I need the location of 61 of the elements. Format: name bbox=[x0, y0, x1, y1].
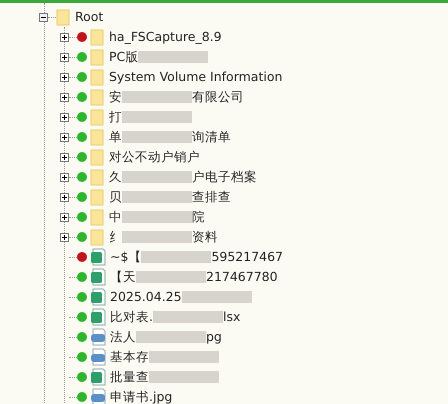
image-file-icon bbox=[90, 328, 106, 346]
folder-icon bbox=[56, 8, 70, 26]
spreadsheet-icon bbox=[90, 288, 106, 306]
expand-toggle[interactable] bbox=[60, 92, 69, 102]
tree-item[interactable]: 批量查 bbox=[110, 368, 149, 386]
folder-icon bbox=[90, 88, 104, 106]
spreadsheet-icon bbox=[90, 368, 106, 386]
spreadsheet-icon bbox=[90, 248, 106, 266]
tree-item-text: 595217467 bbox=[211, 248, 284, 266]
tree-item-text: pg bbox=[206, 328, 222, 346]
expand-toggle[interactable] bbox=[60, 52, 69, 62]
tree-item[interactable]: 纟 bbox=[109, 228, 122, 246]
tree-item-text: 217467780 bbox=[206, 268, 278, 286]
expand-toggle[interactable] bbox=[60, 72, 69, 82]
tree-item-text: 院 bbox=[192, 208, 205, 226]
tree-item[interactable]: System Volume Information bbox=[109, 68, 282, 86]
tree-item[interactable]: PC版 bbox=[109, 48, 138, 66]
folder-icon bbox=[90, 28, 104, 46]
tree-item-text: lsx bbox=[222, 308, 240, 326]
tree-item-text: 户电子档案 bbox=[192, 168, 257, 186]
folder-icon bbox=[90, 148, 104, 166]
expand-toggle[interactable] bbox=[60, 232, 69, 242]
expand-toggle[interactable] bbox=[60, 212, 69, 222]
image-file-icon bbox=[90, 348, 106, 366]
collapse-toggle[interactable] bbox=[39, 12, 48, 22]
folder-icon bbox=[90, 128, 104, 146]
expand-toggle[interactable] bbox=[60, 32, 69, 42]
tree-item[interactable]: ~$【 bbox=[110, 248, 142, 266]
tree-item-text: 询清单 bbox=[192, 128, 231, 146]
folder-icon bbox=[90, 168, 104, 186]
spreadsheet-icon bbox=[90, 268, 106, 286]
folder-icon bbox=[90, 188, 104, 206]
tree-item-text: 资料 bbox=[192, 228, 218, 246]
expand-toggle[interactable] bbox=[60, 172, 69, 182]
tree-item[interactable]: 2025.04.25 bbox=[110, 288, 182, 306]
tree-item[interactable]: 基本存 bbox=[110, 348, 149, 366]
expand-toggle[interactable] bbox=[60, 152, 69, 162]
tree-item[interactable]: 安 bbox=[109, 88, 122, 106]
folder-icon bbox=[90, 108, 104, 126]
tree-item[interactable]: 【天 bbox=[110, 268, 136, 286]
tree-item-text: 查排查 bbox=[192, 188, 231, 206]
tree-item[interactable]: 单 bbox=[109, 128, 122, 146]
tree-item[interactable]: 申请书.jpg bbox=[110, 388, 172, 404]
tree-item[interactable]: 贝 bbox=[109, 188, 122, 206]
tree-item[interactable]: 法人 bbox=[110, 328, 136, 346]
expand-toggle[interactable] bbox=[60, 192, 69, 202]
tree-item[interactable]: 对公不动户销户 bbox=[109, 148, 200, 166]
tree-item[interactable]: 打 bbox=[109, 108, 122, 126]
spreadsheet-icon bbox=[90, 308, 106, 326]
folder-icon bbox=[90, 228, 104, 246]
folder-icon bbox=[90, 48, 104, 66]
tree-item[interactable]: 比对表. bbox=[110, 308, 153, 326]
tree-item[interactable]: ha_FSCapture_8.9 bbox=[109, 28, 222, 46]
tree-item-text: 有限公司 bbox=[192, 88, 244, 106]
expand-toggle[interactable] bbox=[60, 132, 69, 142]
folder-icon bbox=[90, 68, 104, 86]
tree-item[interactable]: 久 bbox=[109, 168, 122, 186]
expand-toggle[interactable] bbox=[60, 112, 69, 122]
tree-item[interactable]: 中 bbox=[109, 208, 122, 226]
tree-item[interactable]: Root bbox=[75, 8, 104, 26]
folder-icon bbox=[90, 208, 104, 226]
